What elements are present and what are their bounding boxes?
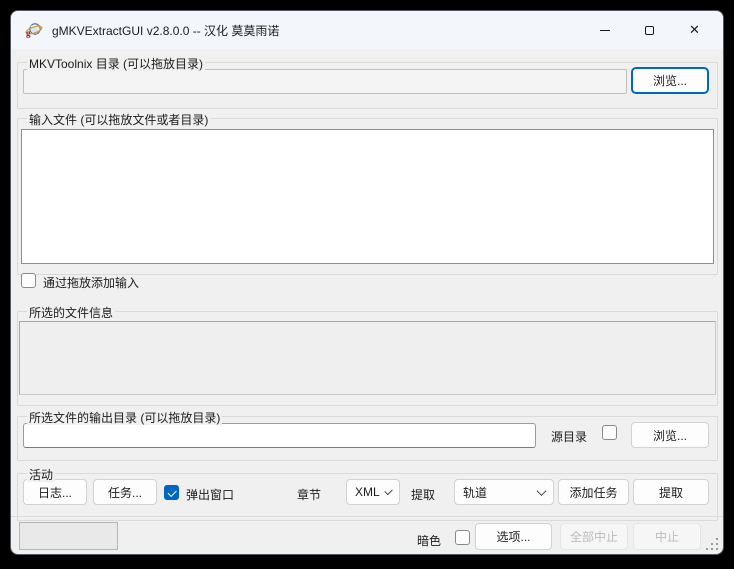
- maximize-button[interactable]: [627, 11, 672, 49]
- chevron-down-icon: [384, 486, 393, 495]
- minimize-button[interactable]: [582, 11, 627, 49]
- abort-button: 中止: [633, 523, 701, 550]
- app-icon: g: [25, 21, 43, 39]
- input-files-group-label: 输入文件 (可以拖放文件或者目录): [27, 111, 210, 128]
- chapter-format-value: XML: [355, 485, 380, 499]
- browse-output-dir-button[interactable]: 浏览...: [631, 422, 709, 448]
- extract-mode-value: 轨道: [463, 484, 532, 501]
- minimize-icon: [600, 30, 610, 31]
- jobs-button[interactable]: 任务...: [93, 479, 157, 505]
- mkvtoolnix-path-input[interactable]: [23, 69, 627, 94]
- popup-window-checkbox[interactable]: [164, 485, 179, 500]
- resize-grip-icon[interactable]: [706, 538, 718, 550]
- activity-group-label: 活动: [27, 466, 55, 483]
- abort-all-button: 全部中止: [560, 523, 628, 550]
- progress-bar: [19, 522, 118, 550]
- chapter-label: 章节: [297, 486, 321, 503]
- statusbar-separator: [11, 516, 723, 517]
- output-dir-group-label: 所选文件的输出目录 (可以拖放目录): [27, 409, 222, 426]
- input-files-list[interactable]: [21, 129, 714, 264]
- popup-window-label: 弹出窗口: [186, 486, 234, 503]
- app-window: g gMKVExtractGUI v2.8.0.0 -- 汉化 莫莫雨诺 ✕ M…: [10, 10, 724, 555]
- close-icon: ✕: [689, 22, 700, 38]
- svg-text:g: g: [26, 28, 31, 38]
- options-button[interactable]: 选项...: [475, 523, 552, 550]
- file-info-textarea: [19, 321, 716, 395]
- maximize-icon: [645, 26, 654, 35]
- source-dir-checkbox[interactable]: [602, 425, 617, 440]
- output-dir-input[interactable]: [23, 423, 536, 448]
- chevron-down-icon: [537, 486, 547, 496]
- add-input-by-drag-checkbox[interactable]: [21, 273, 36, 288]
- file-info-group-label: 所选的文件信息: [27, 304, 115, 321]
- extract-mode-select[interactable]: 轨道: [454, 479, 554, 505]
- browse-mkvtoolnix-button[interactable]: 浏览...: [631, 67, 709, 94]
- extract-mode-label: 提取: [411, 486, 435, 503]
- chapter-format-select[interactable]: XML: [346, 479, 400, 505]
- dark-mode-checkbox[interactable]: [455, 530, 470, 545]
- window-title: gMKVExtractGUI v2.8.0.0 -- 汉化 莫莫雨诺: [52, 22, 279, 39]
- extract-button[interactable]: 提取: [633, 479, 709, 505]
- source-dir-label: 源目录: [551, 428, 587, 445]
- add-job-button[interactable]: 添加任务: [558, 479, 629, 505]
- dark-mode-label: 暗色: [417, 532, 441, 549]
- close-button[interactable]: ✕: [672, 11, 717, 49]
- add-input-by-drag-label: 通过拖放添加输入: [43, 274, 139, 291]
- titlebar[interactable]: g gMKVExtractGUI v2.8.0.0 -- 汉化 莫莫雨诺 ✕: [11, 11, 723, 49]
- mkvtoolnix-group-label: MKVToolnix 目录 (可以拖放目录): [27, 55, 205, 72]
